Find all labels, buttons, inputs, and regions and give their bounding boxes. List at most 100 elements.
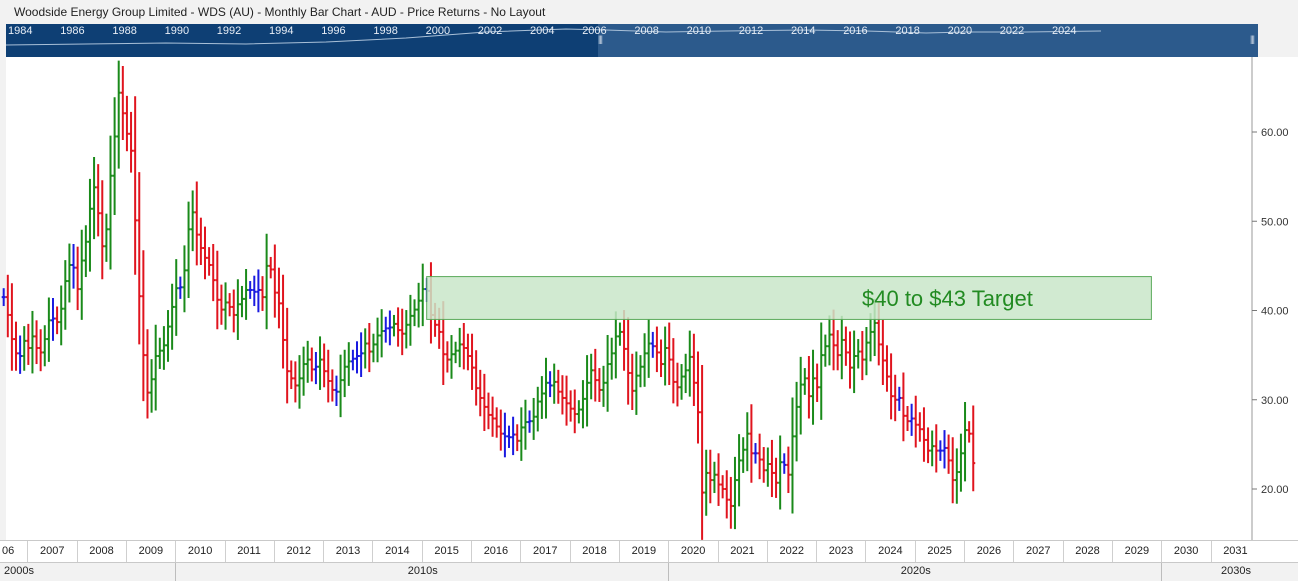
- price-bar: [564, 375, 569, 426]
- navigator-left-handle[interactable]: |||: [598, 34, 603, 44]
- price-bar: [231, 289, 236, 333]
- price-bar: [104, 213, 109, 262]
- price-bar: [133, 96, 138, 275]
- price-bar: [667, 322, 672, 386]
- timeline-navigator[interactable]: 1984 1986 1988 1990 1992 1994 1996 1998 2000 2002…: [6, 24, 1258, 57]
- price-bar: [716, 453, 721, 506]
- price-bar: [737, 434, 742, 507]
- price-bar: [700, 364, 705, 540]
- price-bar: [182, 245, 187, 313]
- price-bar: [880, 319, 885, 386]
- price-bar: [815, 363, 820, 402]
- price-bar: [396, 307, 401, 347]
- price-bar: [704, 449, 709, 516]
- x-axis-decade-label: 2000s: [4, 565, 34, 577]
- price-bar: [843, 326, 848, 366]
- price-bar: [794, 381, 799, 462]
- x-axis-year-label: 2023: [828, 545, 854, 557]
- navigator-right-handle[interactable]: |||: [1250, 34, 1255, 44]
- price-bar: [741, 437, 746, 473]
- x-axis-year-divider: [1161, 541, 1163, 563]
- price-chart[interactable]: $40 to $43 Target 20.00 30.00 40.00 50.00 60…: [0, 57, 1298, 540]
- y-axis-tick-label: 40.00: [1261, 306, 1289, 318]
- price-bar: [765, 447, 770, 487]
- price-bar: [675, 362, 680, 407]
- x-axis-year-label: 2015: [434, 545, 459, 557]
- navigator-year-label: 2010: [686, 25, 712, 37]
- price-bar: [248, 281, 253, 299]
- price-bar: [860, 331, 865, 381]
- price-bar: [55, 306, 60, 335]
- x-axis-year-divider: [569, 541, 571, 563]
- price-bar: [597, 368, 602, 402]
- price-bar: [732, 456, 737, 530]
- price-bar: [642, 333, 647, 387]
- navigator-year-label: 1984: [8, 25, 33, 37]
- price-bar: [96, 164, 101, 237]
- price-bar: [507, 425, 512, 448]
- price-bar: [511, 416, 516, 456]
- price-bar: [519, 407, 524, 461]
- price-bar: [560, 375, 565, 415]
- x-axis-year-label: 2025: [927, 545, 952, 557]
- price-bar: [301, 346, 306, 396]
- price-bar: [585, 355, 590, 427]
- x-axis-year-label: 2021: [730, 545, 755, 557]
- price-bar: [954, 448, 959, 504]
- y-axis-tick-label: 60.00: [1261, 127, 1289, 139]
- price-bar: [252, 275, 257, 307]
- navigator-year-label: 2024: [1052, 25, 1077, 37]
- navigator-year-label: 1990: [164, 25, 190, 37]
- price-bar: [548, 371, 553, 398]
- price-bar: [593, 348, 598, 402]
- price-bar: [778, 435, 783, 510]
- price-bar: [235, 279, 240, 340]
- navigator-year-label: 1986: [60, 25, 85, 37]
- price-bar: [412, 299, 417, 327]
- price-bar: [482, 373, 487, 431]
- price-bar: [112, 97, 117, 216]
- price-bar: [338, 354, 343, 418]
- price-bar: [556, 369, 561, 404]
- navigator-year-label: 2018: [895, 25, 920, 37]
- x-axis-year-divider: [618, 541, 620, 563]
- price-bar: [166, 310, 171, 362]
- x-axis-year-divider: [323, 541, 325, 563]
- price-bar: [149, 359, 154, 413]
- price-bar: [790, 397, 795, 514]
- price-bar: [683, 353, 688, 394]
- price-bar: [728, 476, 733, 529]
- x-axis-year-divider: [224, 541, 226, 563]
- price-bar: [342, 349, 347, 398]
- x-axis-decade-divider: [668, 563, 670, 581]
- target-zone-label: $40 to $43 Target: [862, 286, 1033, 311]
- navigator-year-label: 2022: [999, 25, 1025, 37]
- price-bar: [769, 439, 774, 498]
- y-axis-tick-label: 20.00: [1261, 484, 1289, 496]
- price-bar: [387, 310, 392, 346]
- price-bar: [408, 294, 413, 346]
- x-axis-decades: 2000s 2010s 2020s 2030s: [0, 562, 1298, 581]
- price-bar: [613, 311, 618, 379]
- price-bar: [71, 244, 76, 289]
- price-bar: [663, 326, 668, 386]
- x-axis-year-label: 2030: [1173, 545, 1199, 557]
- navigator-year-label: 2016: [843, 25, 868, 37]
- price-bar: [930, 430, 935, 467]
- price-bar: [852, 330, 857, 394]
- price-bar: [297, 355, 302, 409]
- x-axis-year-label: 2014: [385, 545, 410, 557]
- price-bar: [679, 364, 684, 400]
- price-bar: [457, 327, 462, 368]
- price-bar: [379, 309, 384, 358]
- price-bar: [708, 449, 713, 504]
- price-bar: [905, 405, 910, 431]
- price-bar: [605, 335, 610, 412]
- price-bar: [264, 233, 269, 330]
- price-bar: [782, 453, 787, 474]
- x-axis-year-divider: [471, 541, 473, 563]
- price-bar: [527, 410, 532, 433]
- x-axis-year-label: 2031: [1223, 545, 1248, 557]
- price-bar: [161, 326, 166, 370]
- x-axis-year-label: 2027: [1026, 545, 1051, 557]
